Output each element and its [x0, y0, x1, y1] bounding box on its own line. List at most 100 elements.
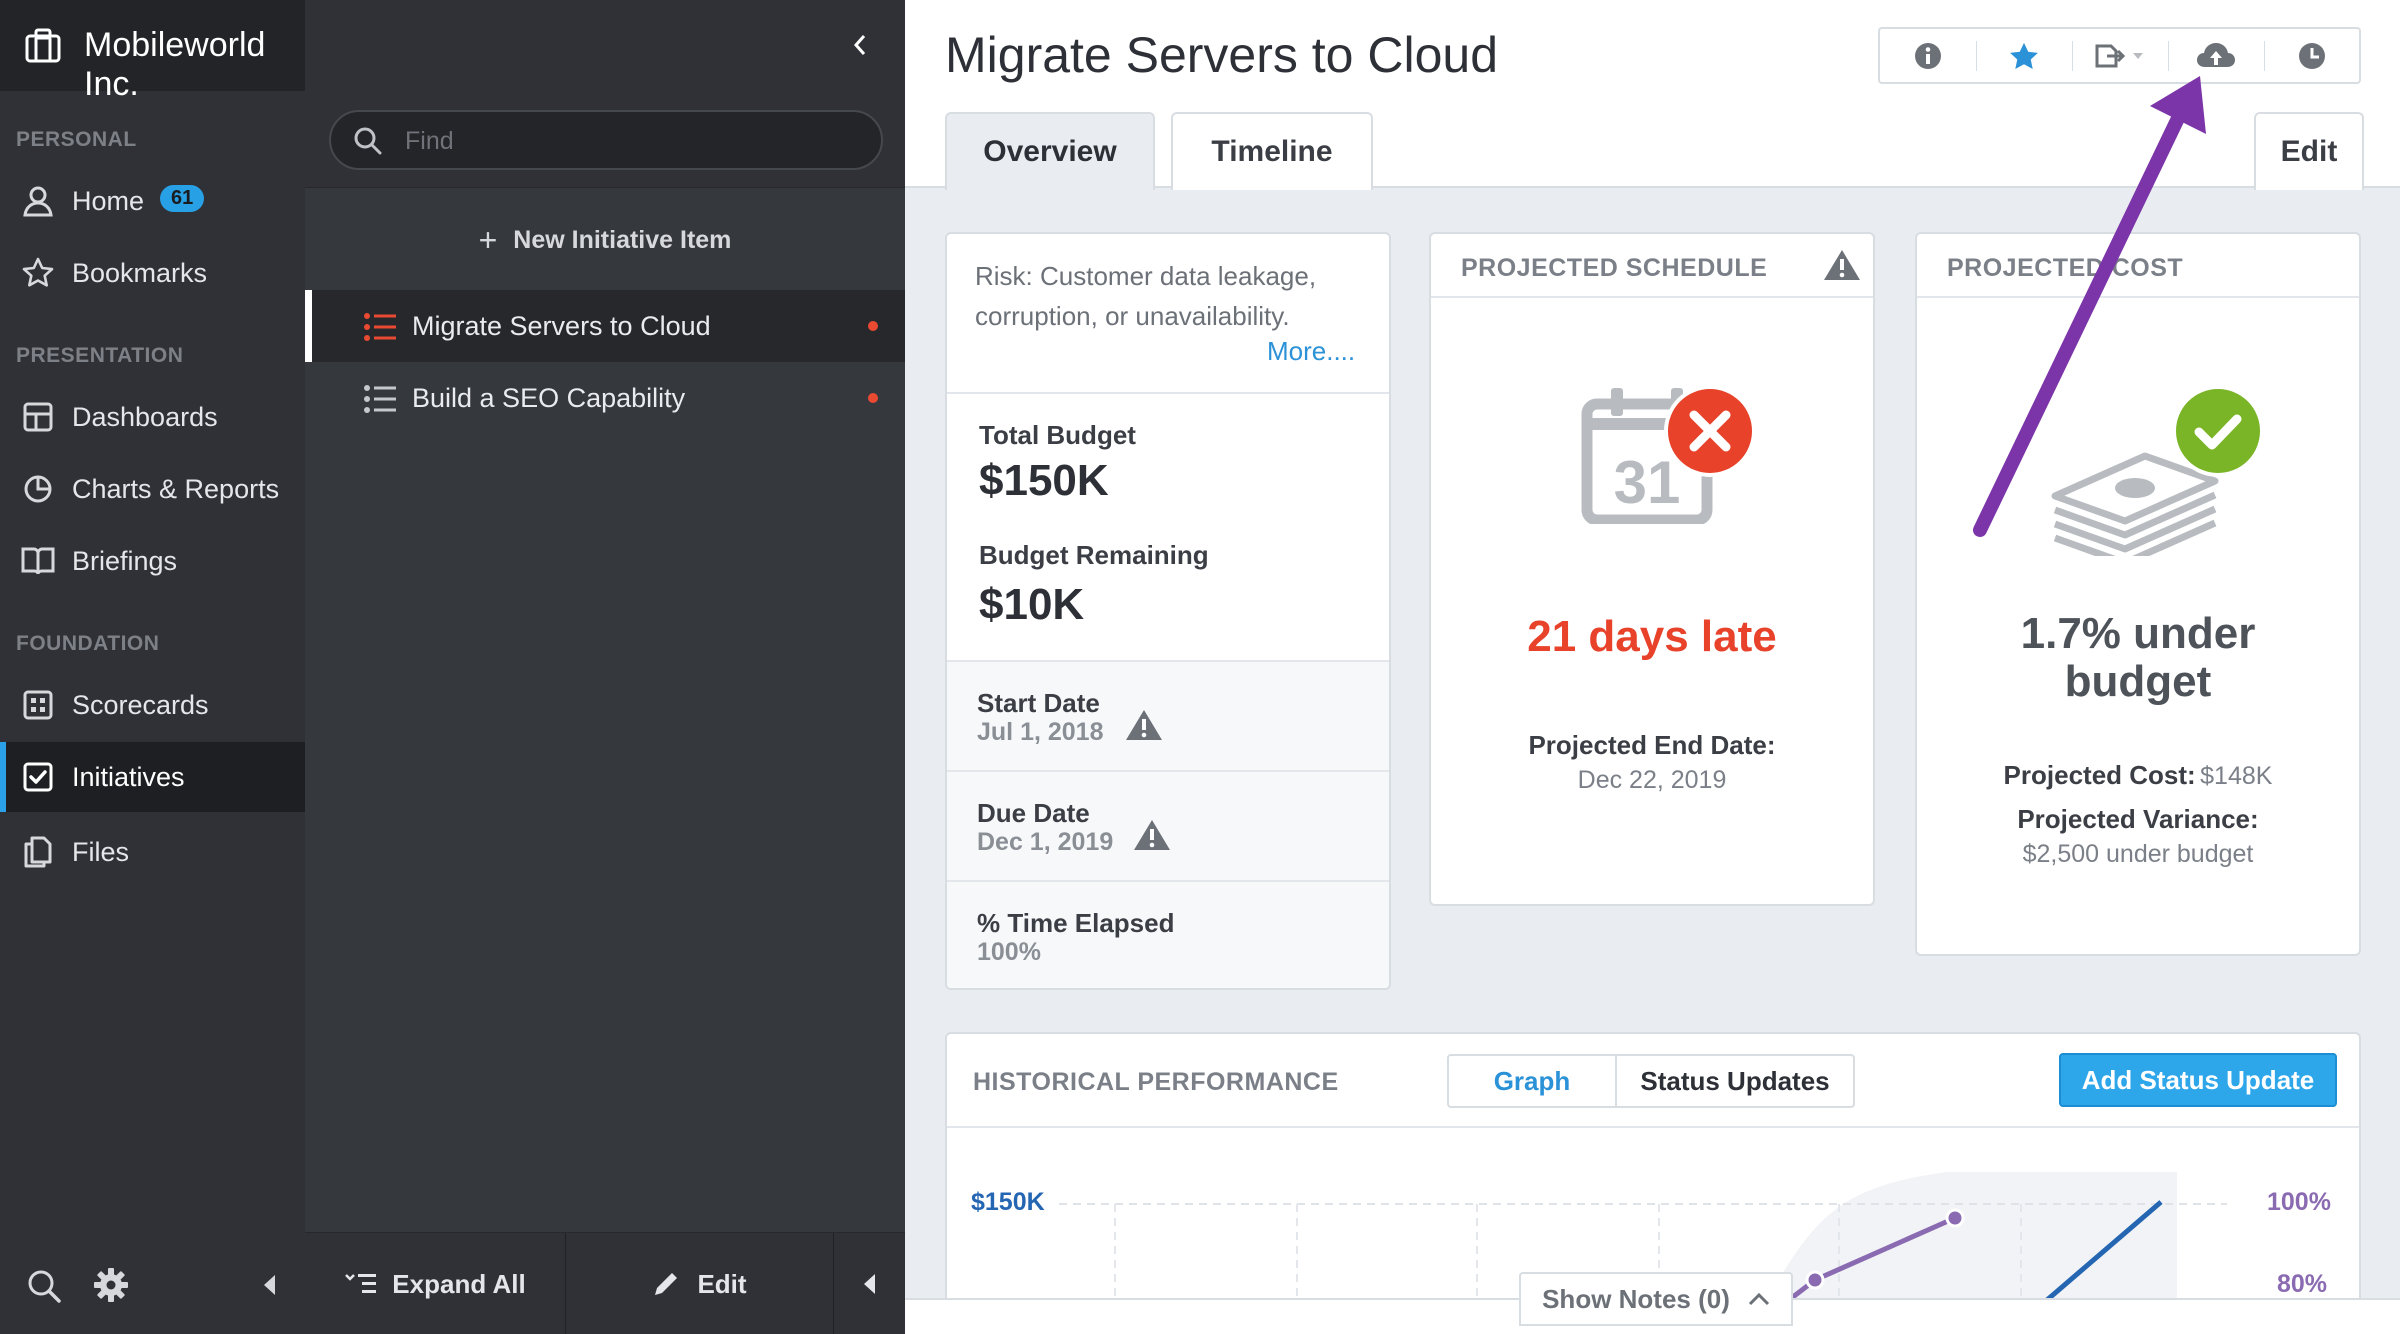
- list-item-build-seo[interactable]: Build a SEO Capability: [305, 362, 905, 434]
- total-budget-value: $150K: [979, 456, 1109, 505]
- scorecard-icon: [20, 687, 56, 723]
- projected-variance-label: Projected Variance:: [2017, 804, 2259, 834]
- expand-all-button[interactable]: Expand All: [305, 1233, 565, 1334]
- divider: [833, 1233, 834, 1334]
- nav-footer: [0, 1240, 305, 1334]
- summary-card: Risk: Customer data leakage, corruption,…: [945, 232, 1391, 990]
- user-icon: [20, 183, 56, 219]
- list-item-label: Migrate Servers to Cloud: [412, 310, 711, 341]
- add-status-update-button[interactable]: Add Status Update: [2059, 1053, 2337, 1107]
- nav-item-label: Briefings: [72, 545, 178, 576]
- panel-header: [305, 0, 905, 188]
- nav-item-label: Bookmarks: [72, 257, 208, 288]
- pie-chart-icon: [20, 471, 56, 507]
- nav-item-briefings[interactable]: Briefings: [0, 526, 305, 596]
- time-elapsed-value: 100%: [977, 938, 1041, 966]
- graph-toggle-label: Graph: [1493, 1065, 1571, 1096]
- tab-timeline[interactable]: Timeline: [1171, 112, 1373, 190]
- start-date-value: Jul 1, 2018: [977, 718, 1104, 746]
- projected-variance-value: $2,500 under budget: [2022, 840, 2254, 868]
- nav-item-label: Charts & Reports: [72, 473, 280, 504]
- more-link[interactable]: More....: [1267, 336, 1355, 367]
- status-dot: [868, 393, 878, 403]
- find-input[interactable]: [405, 124, 845, 158]
- new-initiative-item-label: New Initiative Item: [513, 225, 732, 254]
- projected-schedule-card: PROJECTED SCHEDULE 31 21 days late Proje…: [1429, 232, 1875, 906]
- find-box[interactable]: [329, 110, 883, 170]
- checkbox-icon: [20, 759, 56, 795]
- list-item-label: Build a SEO Capability: [412, 382, 686, 413]
- warning-icon: [1824, 250, 1860, 280]
- expand-all-label: Expand All: [392, 1268, 526, 1299]
- nav-item-files[interactable]: Files: [0, 817, 305, 887]
- edit-list-button[interactable]: Edit: [565, 1233, 833, 1334]
- annotation-arrow: [1973, 76, 2206, 537]
- info-icon: [1915, 42, 1941, 69]
- list-item-migrate-servers[interactable]: Migrate Servers to Cloud: [305, 290, 905, 362]
- card-header: PROJECTED SCHEDULE: [1431, 234, 1873, 298]
- projected-cost-value: $148K: [2200, 762, 2273, 790]
- schedule-status: 21 days late: [1527, 612, 1777, 661]
- collapse-nav-icon[interactable]: [262, 1274, 276, 1296]
- list-icon: [364, 385, 396, 413]
- initiatives-panel: + New Initiative Item Migrate Servers to…: [305, 0, 905, 1334]
- graph-point[interactable]: [1805, 1270, 1825, 1290]
- files-icon: [20, 834, 56, 870]
- star-icon: [20, 255, 56, 291]
- nav-item-initiatives[interactable]: Initiatives: [0, 742, 305, 812]
- collapse-panel-icon[interactable]: [862, 1273, 876, 1295]
- nav-item-dashboards[interactable]: Dashboards: [0, 382, 305, 452]
- chevron-up-icon: [1748, 1292, 1769, 1306]
- warning-icon: [1134, 820, 1170, 850]
- plus-icon: +: [478, 221, 498, 258]
- nav-item-charts-reports[interactable]: Charts & Reports: [0, 454, 305, 524]
- time-elapsed-label: % Time Elapsed: [977, 908, 1175, 938]
- nav-item-label: Dashboards: [72, 401, 218, 432]
- due-date-value: Dec 1, 2019: [977, 828, 1114, 856]
- card-title: HISTORICAL PERFORMANCE: [973, 1068, 1339, 1096]
- new-initiative-item-button[interactable]: + New Initiative Item: [305, 212, 905, 268]
- search-icon[interactable]: [26, 1268, 62, 1304]
- star-icon: [2010, 42, 2038, 69]
- nav-item-home[interactable]: Home 61: [0, 166, 305, 236]
- graph-point[interactable]: [1945, 1208, 1965, 1228]
- start-date-row: Start Date Jul 1, 2018: [947, 660, 1389, 770]
- edit-button[interactable]: Edit: [2254, 112, 2364, 190]
- history-button[interactable]: [2264, 29, 2360, 82]
- left-navigation: Mobileworld Inc. PERSONAL Home 61 Bookma…: [0, 0, 305, 1334]
- nav-item-scorecards[interactable]: Scorecards: [0, 670, 305, 740]
- export-icon: [2095, 44, 2143, 67]
- section-label-personal: PERSONAL: [16, 128, 137, 151]
- section-label-foundation: FOUNDATION: [16, 632, 160, 655]
- projected-end-date-label: Projected End Date:: [1528, 730, 1776, 760]
- edit-label: Edit: [2280, 135, 2338, 168]
- nav-item-label: Home: [72, 185, 145, 216]
- projected-cost-label: Projected Cost:: [2003, 760, 2196, 790]
- page-title: Migrate Servers to Cloud: [945, 27, 1499, 83]
- section-label-presentation: PRESENTATION: [16, 344, 184, 367]
- org-name: Mobileworld Inc.: [84, 26, 266, 103]
- graph-toggle[interactable]: Graph: [1449, 1056, 1617, 1106]
- show-notes-label: Show Notes (0): [1542, 1283, 1730, 1314]
- risk-text: Risk: Customer data leakage, corruption,…: [975, 261, 1317, 331]
- tab-label: Timeline: [1211, 135, 1333, 168]
- nav-item-label: Files: [72, 836, 130, 867]
- status-updates-toggle[interactable]: Status Updates: [1617, 1056, 1853, 1106]
- dashboard-icon: [20, 399, 56, 435]
- due-date-label: Due Date: [977, 798, 1090, 828]
- chevron-left-icon[interactable]: [853, 34, 867, 56]
- tab-label: Overview: [983, 135, 1117, 168]
- total-budget-label: Total Budget: [979, 420, 1136, 450]
- cost-status-line2: budget: [2064, 657, 2212, 706]
- list-icon: [364, 313, 396, 341]
- nav-item-bookmarks[interactable]: Bookmarks: [0, 238, 305, 308]
- org-header[interactable]: Mobileworld Inc.: [0, 0, 305, 103]
- show-notes-button[interactable]: Show Notes (0): [1519, 1272, 1793, 1326]
- time-elapsed-row: % Time Elapsed 100%: [947, 880, 1389, 988]
- status-updates-label: Status Updates: [1640, 1065, 1830, 1096]
- search-icon: [354, 127, 382, 155]
- nav-item-label: Scorecards: [72, 689, 209, 720]
- tab-overview[interactable]: Overview: [945, 112, 1155, 190]
- cloud-upload-icon: [2197, 42, 2235, 67]
- gear-icon[interactable]: [92, 1266, 130, 1304]
